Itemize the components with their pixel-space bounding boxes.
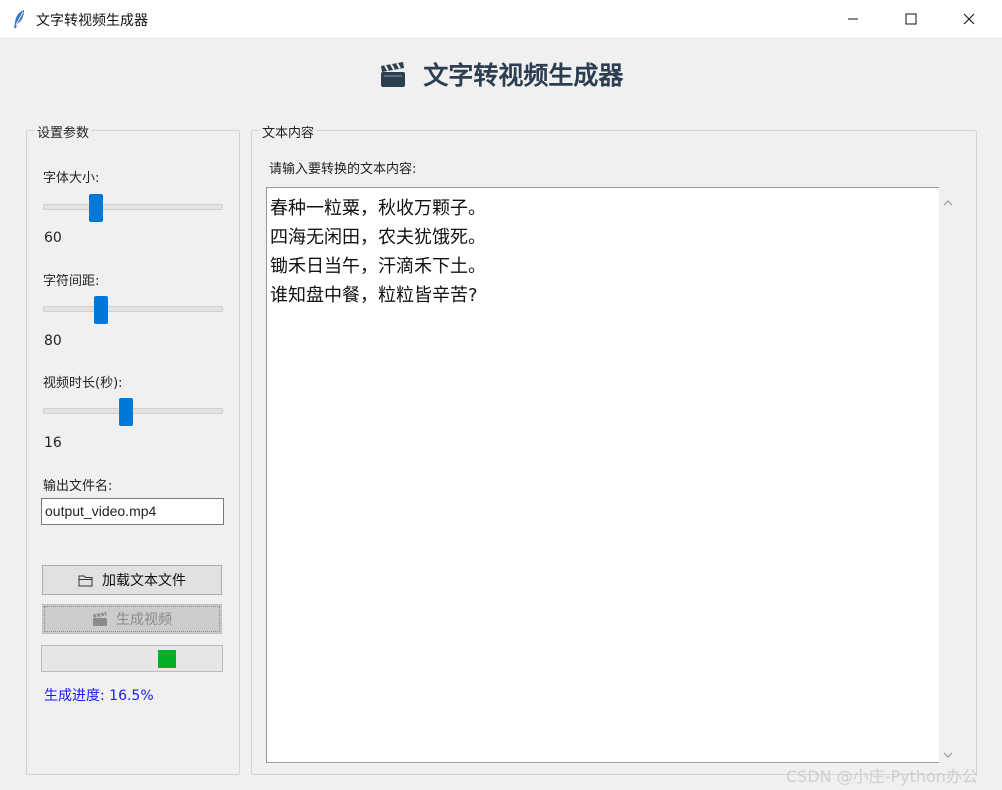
text-scrollbar[interactable] — [939, 187, 957, 761]
char-spacing-slider[interactable] — [43, 296, 223, 324]
text-line: 锄禾日当午，汗滴禾下土。 — [270, 256, 486, 277]
load-text-file-button[interactable]: 加载文本文件 — [42, 565, 222, 595]
text-line: 四海无闲田，农夫犹饿死。 — [270, 227, 486, 248]
slider-trough — [43, 204, 223, 210]
window-title: 文字转视频生成器 — [36, 13, 148, 29]
feather-icon — [12, 9, 26, 29]
scroll-up-icon[interactable] — [942, 193, 954, 206]
font-size-slider-thumb[interactable] — [89, 194, 104, 222]
maximize-icon — [905, 10, 917, 29]
minimize-button[interactable] — [830, 0, 876, 38]
duration-slider[interactable] — [43, 398, 223, 426]
output-filename-field[interactable]: output_video.mp4 — [41, 498, 224, 525]
font-size-label: 字体大小: — [43, 171, 100, 186]
settings-group-title: 设置参数 — [35, 122, 92, 141]
minimize-icon — [847, 10, 859, 29]
app-heading: 文字转视频生成器 — [0, 56, 1002, 94]
folder-icon — [78, 574, 94, 587]
maximize-button[interactable] — [888, 0, 934, 38]
progress-fill — [157, 650, 176, 668]
title-bar: 文字转视频生成器 — [0, 0, 1002, 39]
char-spacing-label: 字符间距: — [43, 274, 100, 289]
font-size-slider[interactable] — [43, 194, 223, 222]
close-button[interactable] — [946, 0, 992, 38]
text-content-editor[interactable]: 春种一粒粟，秋收万颗子。 四海无闲田，农夫犹饿死。 锄禾日当午，汗滴禾下土。 谁知盘中… — [266, 187, 939, 763]
text-input-prompt: 请输入要转换的文本内容: — [269, 162, 417, 177]
duration-label: 视频时长(秒): — [43, 376, 123, 391]
duration-value: 16 — [44, 435, 62, 451]
close-icon — [963, 10, 975, 29]
clapperboard-icon — [379, 62, 407, 94]
scroll-down-icon[interactable] — [942, 745, 954, 758]
duration-slider-thumb[interactable] — [119, 398, 134, 426]
load-text-file-label: 加载文本文件 — [102, 573, 186, 589]
text-line: 春种一粒粟，秋收万颗子。 — [270, 198, 486, 219]
generation-progress-bar — [41, 645, 223, 672]
slider-trough — [43, 306, 223, 312]
text-line: 谁知盘中餐，粒粒皆辛苦? — [270, 285, 478, 306]
heading-text: 文字转视频生成器 — [423, 61, 624, 90]
settings-group: 设置参数 字体大小: 60 字符间距: 80 视频时长(秒): 16 输出文件名… — [26, 122, 240, 775]
clapperboard-icon — [92, 611, 108, 627]
char-spacing-slider-thumb[interactable] — [94, 296, 109, 324]
generate-video-button[interactable]: 生成视频 — [42, 604, 222, 634]
watermark: CSDN @小庄-Python办公 — [786, 767, 978, 786]
text-content-group-title: 文本内容 — [260, 122, 317, 141]
char-spacing-value: 80 — [44, 333, 62, 349]
progress-status: 生成进度: 16.5% — [44, 688, 154, 704]
output-filename-label: 输出文件名: — [43, 479, 113, 494]
text-content-lines: 春种一粒粟，秋收万颗子。 四海无闲田，农夫犹饿死。 锄禾日当午，汗滴禾下土。 谁知盘中… — [270, 194, 486, 310]
text-content-group: 文本内容 请输入要转换的文本内容: 春种一粒粟，秋收万颗子。 四海无闲田，农夫犹饿… — [251, 122, 977, 775]
generate-video-label: 生成视频 — [116, 612, 172, 628]
font-size-value: 60 — [44, 230, 62, 246]
